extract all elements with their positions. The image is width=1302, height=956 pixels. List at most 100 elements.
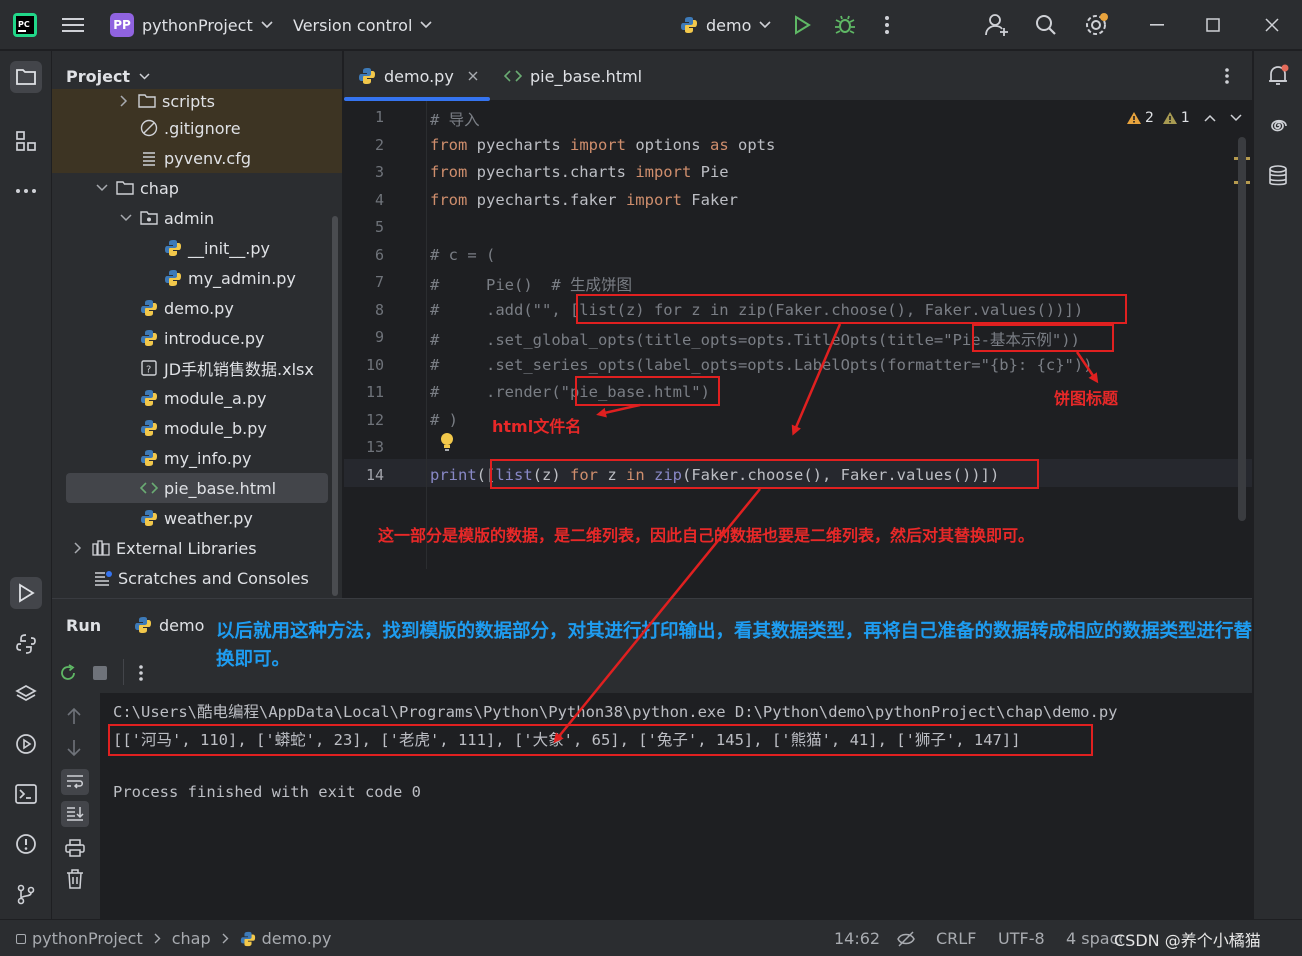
debug-icon[interactable]	[834, 0, 856, 50]
run-panel-title: Run	[66, 615, 102, 635]
library-icon	[92, 539, 110, 557]
scroll-up-arrow-icon[interactable]	[66, 707, 82, 725]
package-folder-icon	[140, 209, 158, 227]
tree-item-external-libraries[interactable]: External Libraries	[52, 533, 328, 563]
code-line: # .set_series_opts(label_opts=opts.Label…	[430, 356, 1093, 374]
status-bar: pythonProject chap demo.py 14:62 CRLF UT…	[0, 919, 1302, 956]
ai-assistant-spiral-icon[interactable]	[1262, 110, 1294, 142]
trash-icon[interactable]	[66, 869, 84, 889]
tree-item-label: introduce.py	[164, 328, 265, 348]
breadcrumb-item[interactable]: pythonProject	[32, 929, 143, 948]
project-square-icon	[16, 933, 26, 944]
tree-item-label: admin	[164, 208, 215, 228]
tab-demo-py[interactable]: demo.py	[358, 51, 478, 101]
annotation-data-note: 这一部分是模版的数据，是二维列表，因此自己的数据也要是二维列表，然后对其替换即可…	[378, 526, 1035, 545]
run-config-selector[interactable]: demo	[680, 0, 771, 50]
tree-item-demo-py[interactable]: demo.py	[52, 293, 328, 323]
database-icon[interactable]	[1262, 160, 1294, 192]
tree-item-label: Scratches and Consoles	[118, 568, 309, 588]
stop-icon[interactable]	[92, 665, 108, 681]
settings-gear-icon[interactable]	[1083, 0, 1109, 50]
rerun-icon[interactable]	[58, 663, 78, 683]
project-tool-folder-icon[interactable]	[10, 61, 42, 93]
chevron-down-icon[interactable]	[1230, 114, 1242, 122]
tab-pie-base-html[interactable]: pie_base.html	[504, 51, 642, 101]
caret-position[interactable]: 14:62	[834, 920, 880, 956]
breadcrumb-item[interactable]: chap	[172, 929, 211, 948]
csdn-watermark: CSDN @养个小橘猫	[1114, 930, 1261, 950]
more-actions-icon[interactable]	[884, 0, 890, 50]
tab-options-icon[interactable]	[1224, 51, 1230, 101]
code-line: from pyecharts import options as opts	[430, 136, 776, 154]
pycharm-logo-icon[interactable]: PC	[12, 0, 38, 50]
more-tools-icon[interactable]	[10, 175, 42, 207]
notifications-bell-icon[interactable]	[1262, 60, 1294, 92]
tree-item-pyvenv-cfg[interactable]: pyvenv.cfg	[52, 143, 342, 173]
no-inspections-icon[interactable]	[896, 920, 916, 956]
file-encoding[interactable]: UTF-8	[998, 920, 1045, 956]
tree-item-module-b-py[interactable]: module_b.py	[52, 413, 328, 443]
project-scrollbar[interactable]	[332, 216, 338, 596]
python-packages-layers-icon[interactable]	[10, 678, 42, 710]
project-tool-window: Project scripts .gitignore pyvenv.cfg ch…	[52, 51, 342, 598]
editor-scrollbar[interactable]	[1238, 137, 1246, 521]
minimize-window-icon[interactable]	[1150, 0, 1164, 50]
chevron-down-icon	[118, 210, 134, 226]
close-window-icon[interactable]	[1265, 0, 1279, 50]
tree-item-my-info-py[interactable]: my_info.py	[52, 443, 328, 473]
close-tab-icon[interactable]	[468, 71, 478, 81]
line-number: 9	[374, 328, 384, 346]
python-icon	[359, 68, 375, 84]
services-icon[interactable]	[10, 728, 42, 760]
run-icon[interactable]	[792, 0, 812, 50]
lightbulb-icon[interactable]	[440, 432, 454, 452]
code-with-me-icon[interactable]	[984, 0, 1010, 50]
tree-item-jd-xlsx[interactable]: ? JD手机销售数据.xlsx	[52, 353, 328, 383]
warning-icon	[1127, 112, 1141, 124]
chevron-up-icon[interactable]	[1204, 114, 1216, 122]
breadcrumb-item[interactable]: demo.py	[262, 929, 332, 948]
tree-item-label: .gitignore	[164, 118, 241, 138]
tree-item-module-a-py[interactable]: module_a.py	[52, 383, 328, 413]
maximize-window-icon[interactable]	[1206, 0, 1220, 50]
main-menu-icon[interactable]	[62, 0, 84, 50]
line-separator[interactable]: CRLF	[936, 920, 976, 956]
tree-item-init-py[interactable]: __init__.py	[52, 233, 328, 263]
run-tool-icon[interactable]	[10, 577, 42, 609]
version-control-menu[interactable]: Version control	[293, 0, 432, 50]
tree-item-introduce-py[interactable]: introduce.py	[52, 323, 328, 353]
tree-item-label: module_a.py	[164, 388, 267, 408]
tree-item-admin[interactable]: admin	[52, 203, 328, 233]
tree-item-gitignore[interactable]: .gitignore	[52, 113, 342, 143]
tree-item-scratches[interactable]: Scratches and Consoles	[52, 563, 328, 593]
python-console-icon[interactable]	[10, 628, 42, 660]
terminal-icon[interactable]	[10, 778, 42, 810]
code-editor[interactable]: 1 2 3 4 5 6 7 8 9 10 11 12 13 14 # 导入 fr…	[344, 101, 1252, 569]
scroll-to-end-icon[interactable]	[61, 801, 89, 827]
tree-item-scripts[interactable]: scripts	[52, 89, 342, 113]
tree-item-my-admin-py[interactable]: my_admin.py	[52, 263, 328, 293]
run-tab-demo[interactable]: demo	[134, 599, 204, 651]
search-icon[interactable]	[1035, 0, 1057, 50]
chevron-down-icon	[420, 21, 432, 29]
run-more-icon[interactable]	[138, 664, 144, 682]
tree-item-chap[interactable]: chap	[52, 173, 328, 203]
structure-icon[interactable]	[10, 125, 42, 157]
line-number: 2	[374, 136, 384, 154]
problems-icon[interactable]	[10, 828, 42, 860]
scroll-down-arrow-icon[interactable]	[66, 739, 82, 757]
line-number: 6	[374, 246, 384, 264]
tab-label: pie_base.html	[530, 66, 643, 86]
inspection-widget[interactable]: 2 1	[1126, 110, 1242, 126]
tree-item-pie-base-html[interactable]: pie_base.html	[66, 473, 328, 503]
toolbar-separator	[123, 659, 124, 685]
print-icon[interactable]	[65, 839, 85, 857]
python-icon	[240, 931, 255, 946]
tree-item-weather-py[interactable]: weather.py	[52, 503, 328, 533]
project-selector[interactable]: PP pythonProject	[110, 0, 273, 50]
version-control-label: Version control	[293, 15, 413, 35]
tree-item-label: my_info.py	[164, 448, 252, 468]
line-number: 1	[374, 108, 384, 126]
soft-wrap-icon[interactable]	[61, 769, 89, 795]
git-branch-icon[interactable]	[10, 878, 42, 910]
